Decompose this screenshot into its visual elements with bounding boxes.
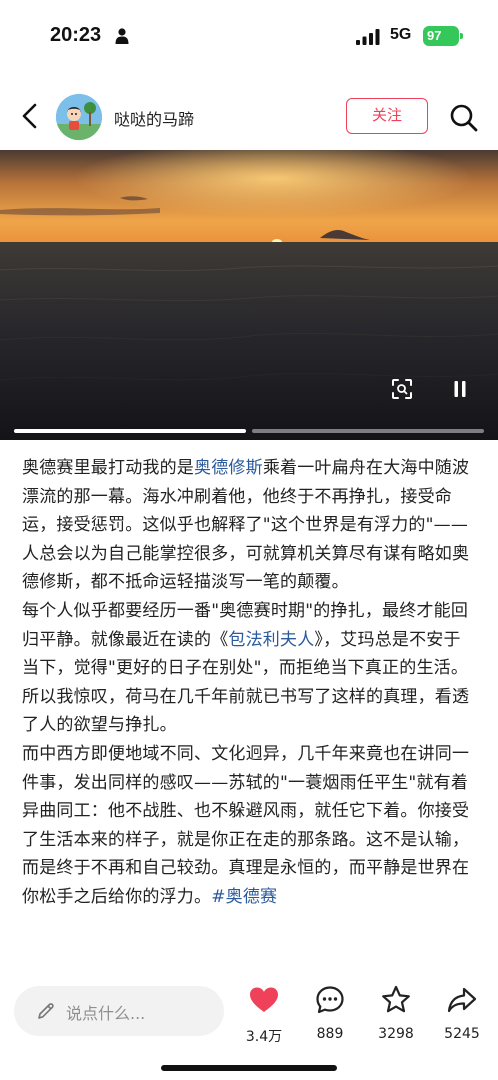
- paragraph-3: 所以我惊叹，荷马在几千年前就已书写了这样的真理，看透了人的欲望与挣扎。: [22, 686, 470, 736]
- star-icon: [382, 985, 410, 1013]
- status-time: 20:23: [50, 24, 102, 46]
- link-madame-bovary[interactable]: 包法利夫人: [228, 630, 314, 650]
- progress-segment-2: [252, 429, 484, 433]
- like-count: 3.4万: [245, 1029, 283, 1045]
- collect-button[interactable]: 3298: [366, 982, 426, 1044]
- person-icon: [115, 28, 129, 44]
- post-header: 哒哒的马蹄 关注: [0, 80, 498, 150]
- pen-icon: [38, 1003, 54, 1019]
- search-icon[interactable]: [448, 102, 480, 134]
- home-indicator: [161, 1065, 337, 1071]
- link-odysseus[interactable]: 奥德修斯: [194, 458, 263, 478]
- comment-input[interactable]: 说点什么...: [14, 986, 224, 1036]
- post-image[interactable]: [0, 150, 498, 440]
- progress-segment-1: [14, 429, 246, 433]
- text: 而中西方即便地域不同、文化迥异，几千年来竟也在讲同一件事，发出同样的感叹——苏轼…: [22, 743, 470, 907]
- battery-level: 97: [427, 28, 442, 43]
- network-label: 5G: [390, 26, 412, 43]
- hashtag[interactable]: #奥德赛: [211, 887, 277, 907]
- paragraph-1: 奥德赛里最打动我的是奥德修斯乘着一叶扁舟在大海中随波漂流的那一幕。海水冲刷着他，…: [22, 454, 476, 597]
- image-progress: [14, 429, 484, 433]
- avatar[interactable]: [56, 94, 102, 140]
- status-bar: 20:23 5G 97: [0, 0, 498, 78]
- battery-icon: 97: [423, 26, 463, 46]
- like-button[interactable]: 3.4万: [234, 982, 294, 1045]
- share-icon: [447, 987, 477, 1013]
- scan-icon[interactable]: [388, 375, 416, 403]
- comment-icon: [316, 986, 344, 1014]
- sunset-sea-photo: [0, 150, 498, 440]
- share-count: 5245: [444, 1026, 480, 1042]
- paragraph-4: 而中西方即便地域不同、文化迥异，几千年来竟也在讲同一件事，发出同样的感叹——苏轼…: [22, 740, 476, 912]
- text: 乘着一叶扁舟在大海中随波漂流的那一幕。海水冲刷着他，他终于不再挣扎，接受命运，接…: [22, 458, 470, 593]
- comment-count: 889: [316, 1026, 344, 1042]
- post-body: 奥德赛里最打动我的是奥德修斯乘着一叶扁舟在大海中随波漂流的那一幕。海水冲刷着他，…: [22, 454, 476, 912]
- bottom-bar: 说点什么... 3.4万 889 3298 5245: [0, 972, 498, 1080]
- pause-icon[interactable]: [446, 375, 474, 403]
- comment-button[interactable]: 889: [300, 982, 360, 1044]
- battery-cap: [460, 33, 463, 39]
- paragraph-2: 每个人似乎都要经历一番"奥德赛时期"的挣扎，最终才能回归平静。就像最近在读的《包…: [22, 597, 476, 683]
- author-name[interactable]: 哒哒的马蹄: [114, 106, 194, 130]
- text: 奥德赛里最打动我的是: [22, 458, 194, 478]
- avatar-illustration: [56, 94, 102, 140]
- signal-icon: [356, 29, 380, 45]
- comment-placeholder: 说点什么...: [66, 1004, 146, 1023]
- chevron-left-icon[interactable]: [18, 102, 42, 130]
- share-button[interactable]: 5245: [432, 982, 492, 1044]
- heart-icon: [250, 987, 278, 1012]
- star-count: 3298: [378, 1026, 414, 1042]
- follow-button[interactable]: 关注: [346, 98, 428, 134]
